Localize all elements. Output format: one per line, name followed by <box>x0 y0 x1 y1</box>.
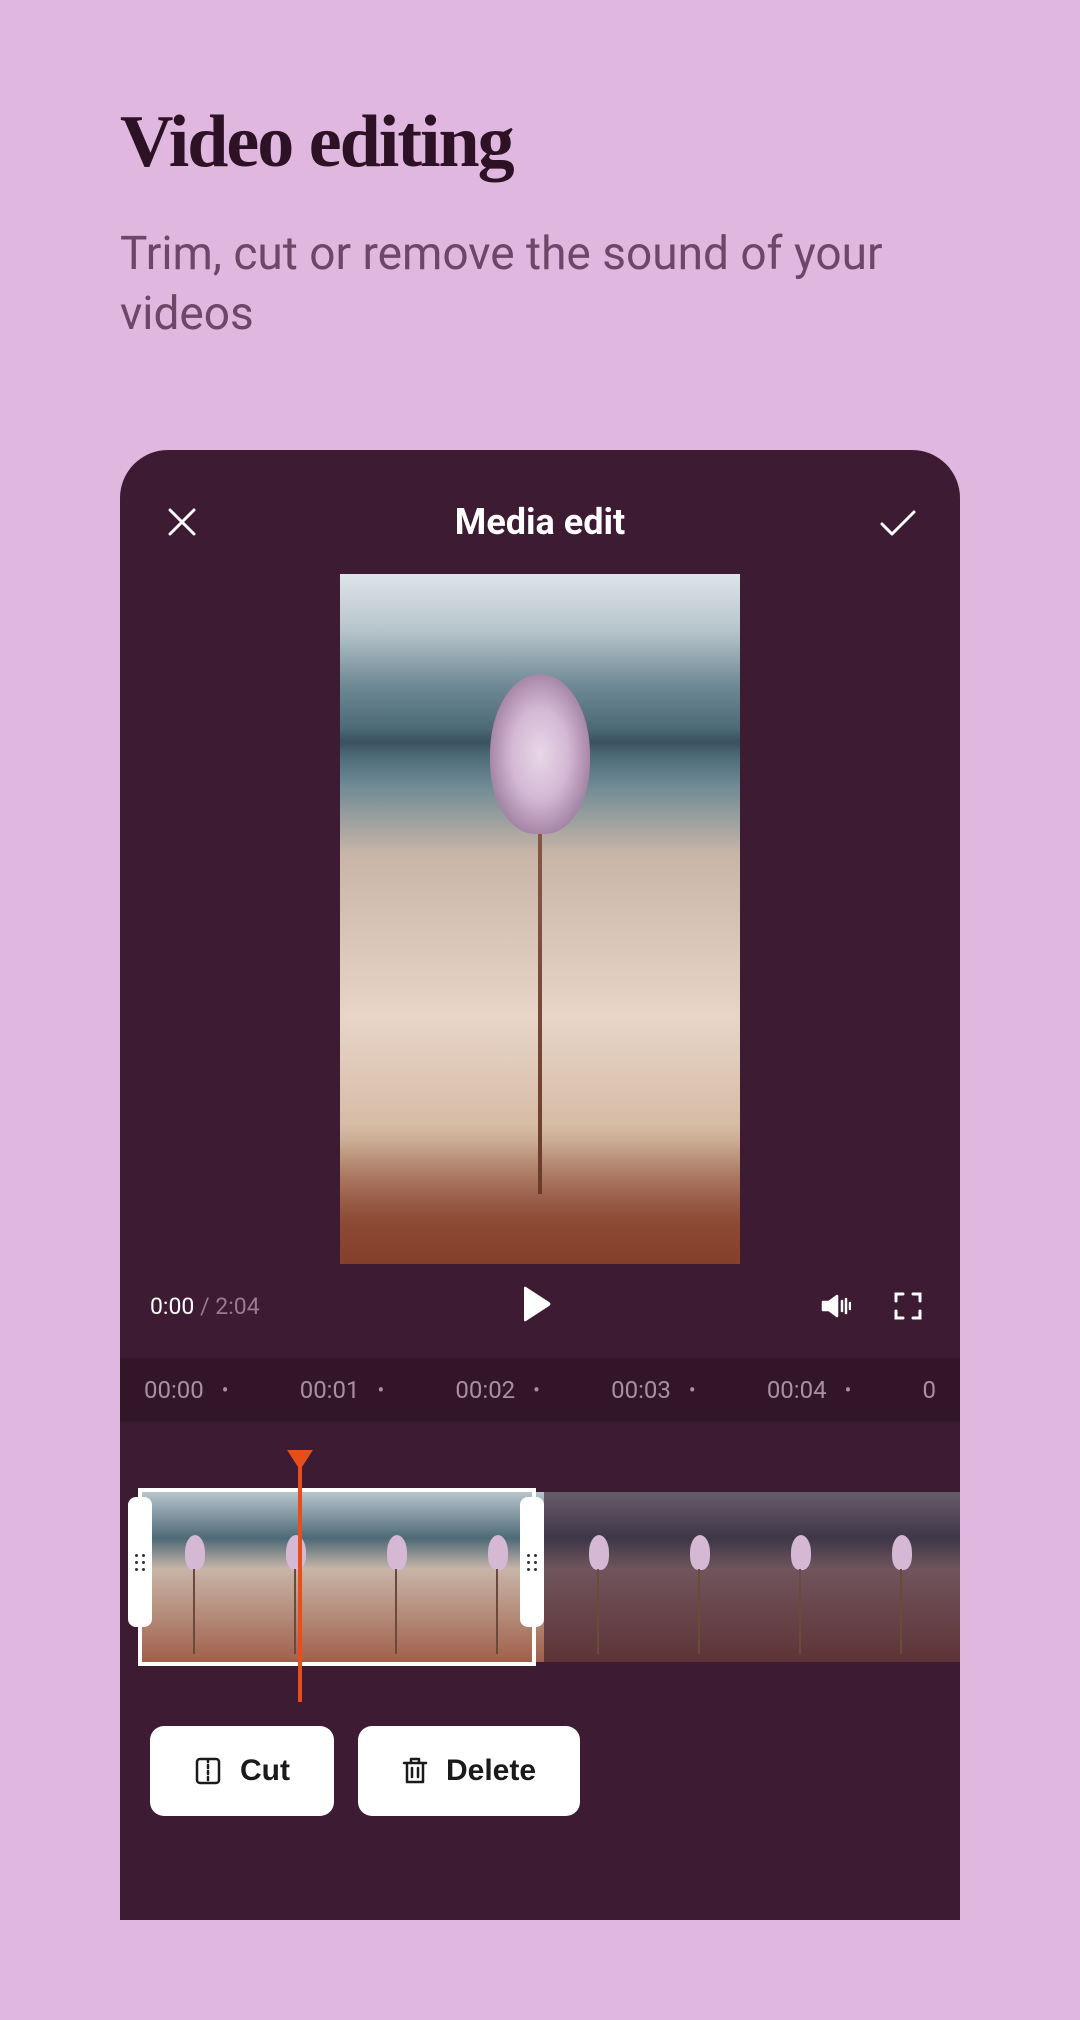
frame-thumbnail <box>847 1492 948 1662</box>
fullscreen-icon <box>894 1292 922 1320</box>
marketing-title: Video editing <box>120 100 1080 185</box>
timeline-track[interactable] <box>120 1452 960 1672</box>
timeline-ruler[interactable]: 00:00 • 00:01 • 00:02 • 00:03 • 00:04 • … <box>120 1358 960 1422</box>
frame-thumbnail <box>342 1492 443 1662</box>
grip-icon <box>527 1554 537 1571</box>
current-time: 0:00 <box>150 1293 194 1320</box>
ruler-mark: 00:02 <box>455 1376 515 1404</box>
checkmark-icon <box>878 506 918 538</box>
playback-controls: 0:00 / 2:04 <box>120 1264 960 1358</box>
editor-title: Media edit <box>455 501 625 543</box>
delete-label: Delete <box>446 1754 536 1788</box>
frame-thumbnail <box>241 1492 342 1662</box>
frame-thumbnail <box>948 1492 960 1662</box>
cut-label: Cut <box>240 1754 290 1788</box>
marketing-subtitle: Trim, cut or remove the sound of your vi… <box>120 225 960 345</box>
editor-header: Media edit <box>120 450 960 574</box>
frame-thumbnail <box>544 1492 645 1662</box>
volume-icon <box>821 1292 851 1320</box>
cut-icon <box>194 1756 222 1786</box>
ruler-mark: 00:00 <box>144 1376 204 1404</box>
video-preview[interactable] <box>340 574 740 1264</box>
play-button[interactable] <box>522 1286 552 1326</box>
ruler-mark: 00:03 <box>611 1376 671 1404</box>
close-button[interactable] <box>160 500 204 544</box>
ruler-mark: 00:01 <box>300 1376 360 1404</box>
ruler-mark: 0 <box>923 1376 937 1404</box>
cut-button[interactable]: Cut <box>150 1726 334 1816</box>
trim-handle-left[interactable] <box>128 1497 152 1627</box>
total-time: 2:04 <box>215 1293 259 1320</box>
grip-icon <box>135 1554 145 1571</box>
trash-icon <box>402 1756 428 1786</box>
frame-thumbnail <box>746 1492 847 1662</box>
trim-handle-right[interactable] <box>520 1497 544 1627</box>
play-icon <box>522 1286 552 1322</box>
close-icon <box>166 506 198 538</box>
frame-thumbnail <box>645 1492 746 1662</box>
playhead[interactable] <box>298 1452 302 1702</box>
action-buttons: Cut Delete <box>120 1672 960 1816</box>
confirm-button[interactable] <box>876 500 920 544</box>
frame-thumbnail <box>140 1492 241 1662</box>
ruler-mark: 00:04 <box>767 1376 827 1404</box>
time-display: 0:00 / 2:04 <box>150 1293 260 1320</box>
frames-strip[interactable] <box>140 1492 960 1662</box>
fullscreen-button[interactable] <box>886 1284 930 1328</box>
time-separator: / <box>194 1293 215 1320</box>
editor-app-frame: Media edit 0:00 / 2:04 <box>120 450 960 1920</box>
delete-button[interactable]: Delete <box>358 1726 580 1816</box>
volume-button[interactable] <box>814 1284 858 1328</box>
